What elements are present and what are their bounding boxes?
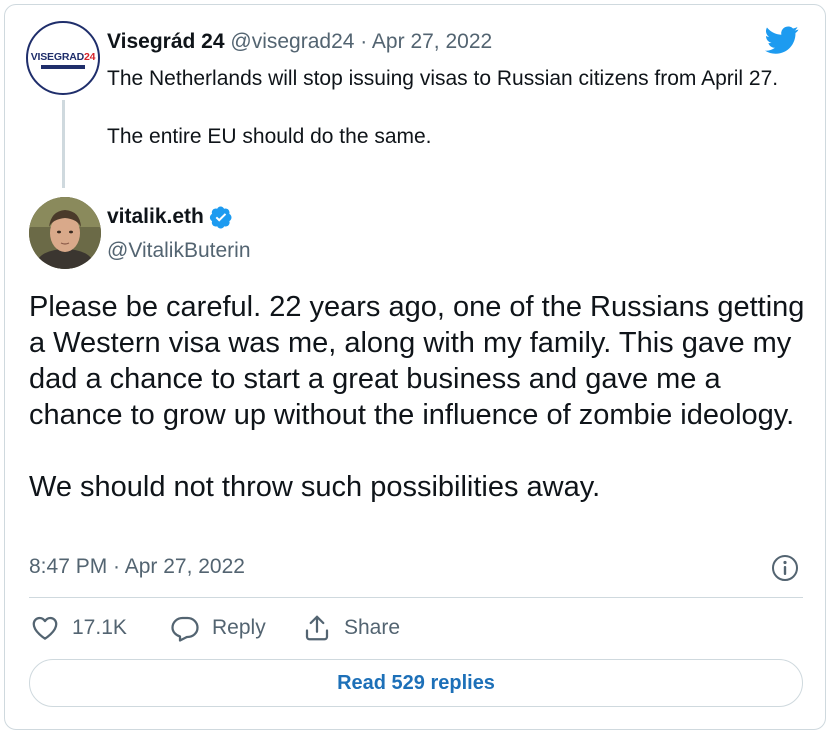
heart-icon [32,616,58,640]
read-replies-button[interactable]: Read 529 replies [29,659,803,707]
share-button[interactable]: Share [302,613,400,643]
quoted-author-name[interactable]: Visegrád 24 [107,30,225,53]
main-author-handle[interactable]: @VitalikButerin [107,239,251,263]
actions-divider [29,597,803,598]
reply-button[interactable]: Reply [170,613,266,643]
share-icon [305,615,329,641]
avatar-brand-number: 24 [83,51,96,63]
main-tweet-text: Please be careful. 22 years ago, one of … [29,291,805,503]
thread-connector-line [62,100,65,188]
quoted-tweet-text: The Netherlands will stop issuing visas … [107,67,779,148]
quoted-author-meta[interactable]: @visegrad24 · Apr 27, 2022 [230,30,492,53]
avatar-brand-text: VISEGRAD [30,51,84,63]
like-count: 17.1K [72,616,127,639]
share-label: Share [344,616,401,639]
main-author-name[interactable]: vitalik.eth [107,205,204,229]
tweet-timestamp[interactable]: 8:47 PM · Apr 27, 2022 [29,555,245,579]
twitter-bird-icon[interactable] [762,23,802,57]
info-icon[interactable] [770,553,800,583]
avatar-brand-bar [41,65,85,69]
avatar-photo [29,197,101,269]
main-author-name-row: vitalik.eth [107,205,233,229]
verified-badge-icon [209,206,232,229]
vitalik-avatar[interactable] [29,197,101,269]
visegrad-avatar[interactable]: VISEGRAD24 [26,21,100,95]
reply-label: Reply [212,616,266,639]
reply-icon [171,616,199,642]
like-button[interactable]: 17.1K [30,613,127,643]
quoted-tweet-header: Visegrád 24 @visegrad24 · Apr 27, 2022 [107,30,492,54]
